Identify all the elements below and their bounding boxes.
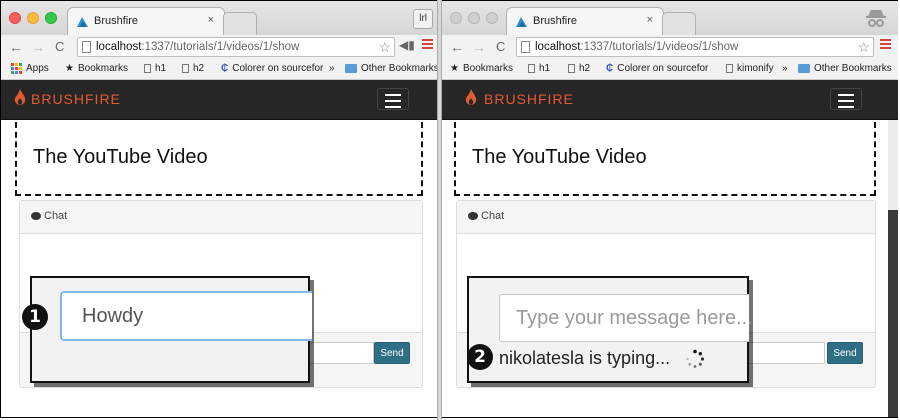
tab-close-icon[interactable]: × <box>208 14 214 26</box>
chat-message-input[interactable] <box>747 342 825 364</box>
step-number-badge-1: 1 <box>22 304 48 330</box>
window-controls <box>450 12 498 24</box>
bookmark-star-icon[interactable]: ☆ <box>857 39 870 56</box>
close-window-button[interactable] <box>9 12 21 24</box>
chat-bubble-icon <box>31 212 41 220</box>
zoom-window-button[interactable] <box>486 12 498 24</box>
tab-bar: Brushfire × <box>442 1 898 36</box>
tab-brushfire[interactable]: Brushfire × <box>67 7 225 35</box>
apps-grid-icon <box>11 63 22 74</box>
typing-indicator: nikolatesla is typing... <box>499 348 671 368</box>
back-arrow-icon[interactable]: ← <box>9 39 23 55</box>
video-placeholder: The YouTube Video <box>454 122 876 196</box>
bookmark-other-bookmarks[interactable]: Other Bookmarks <box>345 63 437 74</box>
zoomed-chat-input[interactable]: Type your message here... <box>499 294 753 342</box>
bookmarks-bar: Apps ★ Bookmarks h1 h2 ₵ Colorer on source… <box>1 60 437 80</box>
bookmark-other-bookmarks[interactable]: Other Bookmarks <box>798 63 892 74</box>
document-icon <box>144 63 151 73</box>
tab-brushfire[interactable]: Brushfire × <box>506 7 664 35</box>
bookmark-star-icon[interactable]: ☆ <box>378 39 391 56</box>
star-icon: ★ <box>450 63 459 74</box>
reload-icon[interactable]: C <box>496 39 505 55</box>
zoom-callout-1: Howdy <box>30 276 312 383</box>
zoomed-chat-input[interactable]: Howdy <box>60 291 312 341</box>
minimize-window-button[interactable] <box>468 12 480 24</box>
chat-panel-header: Chat <box>20 201 422 234</box>
document-icon <box>528 63 535 73</box>
chat-label: Chat <box>44 210 68 222</box>
brushfire-favicon-icon <box>77 17 88 27</box>
video-placeholder: The YouTube Video <box>15 122 423 196</box>
brand-logo-text[interactable]: BRUSHFIRE <box>484 91 574 107</box>
zoom-window-button[interactable] <box>45 12 57 24</box>
bookmark-h1[interactable]: h1 <box>528 63 550 74</box>
folder-icon <box>798 63 810 73</box>
bookmarks-overflow-chevron[interactable]: » <box>329 63 335 74</box>
send-button[interactable]: Send <box>374 342 410 364</box>
menu-icon[interactable] <box>880 39 891 51</box>
reload-icon[interactable]: C <box>55 39 64 55</box>
close-window-button[interactable] <box>450 12 462 24</box>
step-number-badge-2: 2 <box>467 344 493 370</box>
colorer-icon: ₵ <box>221 63 229 74</box>
bookmarks-overflow-chevron[interactable]: » <box>782 63 788 74</box>
new-tab-button[interactable] <box>662 12 696 35</box>
colorer-icon: ₵ <box>606 63 614 74</box>
video-title: The YouTube Video <box>472 146 647 168</box>
speaker-icon[interactable]: ◀▮ <box>399 38 415 52</box>
bookmark-kimonify[interactable]: kimonify <box>726 63 774 74</box>
bookmark-bookmarks[interactable]: ★ Bookmarks <box>450 63 513 74</box>
page-icon <box>521 41 530 53</box>
site-navbar: BRUSHFIRE <box>1 80 437 120</box>
flame-icon <box>465 89 477 105</box>
address-bar[interactable]: localhost:1337/tutorials/1/videos/1/show… <box>77 37 395 57</box>
url-text: localhost:1337/tutorials/1/videos/1/show <box>535 41 739 53</box>
tab-close-icon[interactable]: × <box>647 14 653 26</box>
folder-icon <box>345 63 357 73</box>
incognito-icon <box>866 10 886 27</box>
new-tab-button[interactable] <box>223 12 257 35</box>
chat-panel-header: Chat <box>457 201 875 234</box>
profile-button[interactable]: lrl <box>413 9 433 29</box>
bookmark-h2[interactable]: h2 <box>568 63 590 74</box>
page-icon <box>82 41 91 53</box>
url-text: localhost:1337/tutorials/1/videos/1/show <box>96 41 300 53</box>
window-controls <box>9 12 57 24</box>
chat-label: Chat <box>481 210 505 222</box>
flame-icon <box>14 89 26 105</box>
bookmark-h1[interactable]: h1 <box>144 63 166 74</box>
browser-toolbar: ← → C localhost:1337/tutorials/1/videos/… <box>442 35 898 60</box>
star-icon: ★ <box>65 63 74 74</box>
tab-title: Brushfire <box>94 15 139 27</box>
bookmark-apps[interactable]: Apps <box>11 63 49 74</box>
forward-arrow-icon[interactable]: → <box>31 39 45 55</box>
document-icon <box>182 63 189 73</box>
hamburger-menu-button[interactable] <box>830 88 862 110</box>
bookmark-h2[interactable]: h2 <box>182 63 204 74</box>
loading-spinner-icon <box>686 349 705 368</box>
bookmark-colorer[interactable]: ₵ Colorer on sourcefor <box>606 63 708 74</box>
brand-logo-text[interactable]: BRUSHFIRE <box>31 91 121 107</box>
tab-title: Brushfire <box>533 15 578 27</box>
zoom-callout-2: Type your message here... nikolatesla is… <box>467 276 753 383</box>
bookmark-bookmarks[interactable]: ★ Bookmarks <box>65 63 128 74</box>
menu-icon[interactable] <box>422 39 433 51</box>
document-icon <box>726 63 733 73</box>
tab-bar: Brushfire × lrl <box>1 1 437 36</box>
chat-bubble-icon <box>468 212 478 220</box>
minimize-window-button[interactable] <box>27 12 39 24</box>
bookmark-colorer[interactable]: ₵ Colorer on sourcefor <box>221 63 323 74</box>
brushfire-favicon-icon <box>516 17 527 27</box>
video-title: The YouTube Video <box>33 146 208 168</box>
hamburger-menu-button[interactable] <box>377 88 409 110</box>
document-icon <box>568 63 575 73</box>
address-bar[interactable]: localhost:1337/tutorials/1/videos/1/show… <box>516 37 874 57</box>
bookmarks-bar: ★ Bookmarks h1 h2 ₵ Colorer on sourcefor k… <box>442 60 898 80</box>
send-button[interactable]: Send <box>827 342 863 364</box>
site-navbar: BRUSHFIRE <box>442 80 898 120</box>
forward-arrow-icon[interactable]: → <box>472 39 486 55</box>
back-arrow-icon[interactable]: ← <box>450 39 464 55</box>
browser-toolbar: ← → C localhost:1337/tutorials/1/videos/… <box>1 35 437 60</box>
chat-message-input[interactable] <box>300 342 374 364</box>
